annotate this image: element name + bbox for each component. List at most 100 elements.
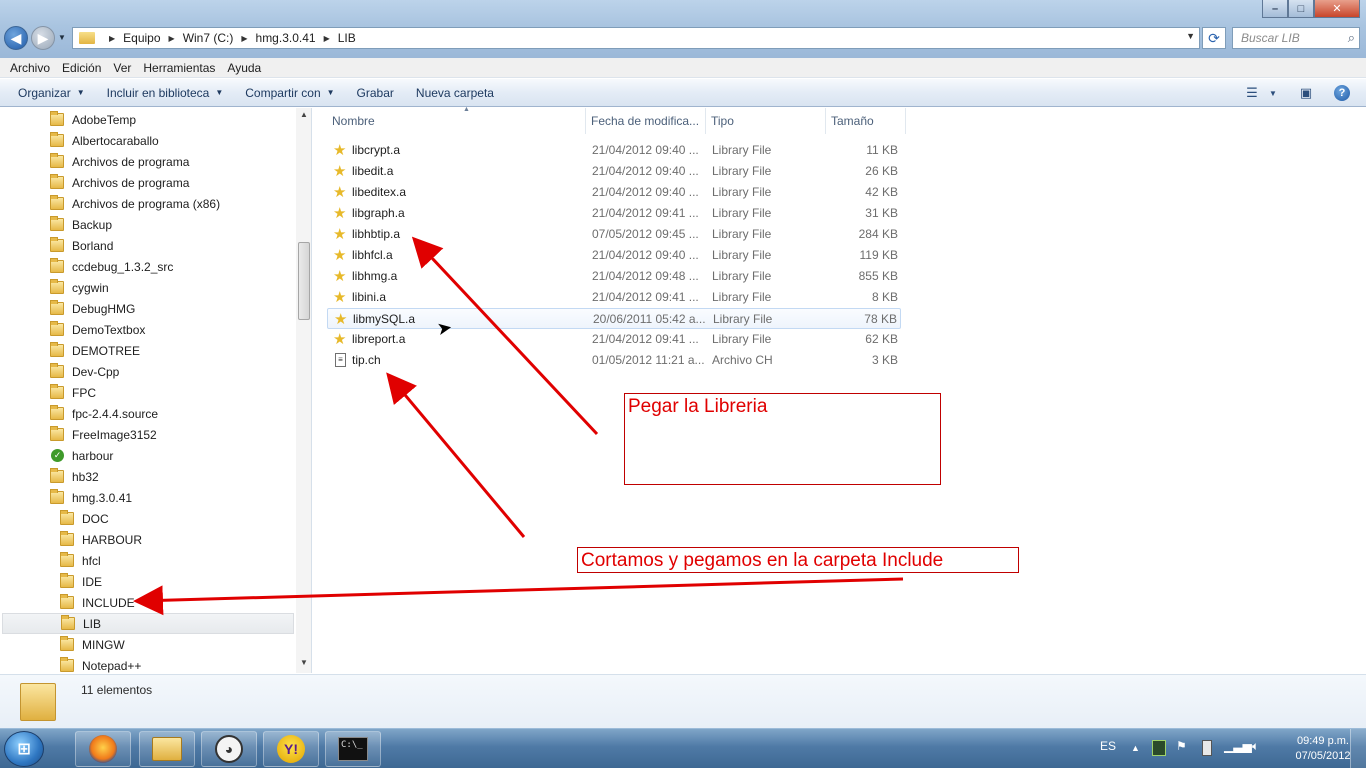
organize-button[interactable]: Organizar ▼ — [12, 86, 91, 100]
tree-item[interactable]: FreeImage3152 — [50, 424, 280, 445]
file-row[interactable]: ★ libhmg.a 21/04/2012 09:48 ... Library Fil… — [327, 266, 901, 287]
tree-item[interactable]: cygwin — [50, 277, 280, 298]
new-folder-button[interactable]: Nueva carpeta — [410, 86, 500, 100]
show-hidden-icons-icon[interactable]: ▲ — [1131, 743, 1140, 753]
folder-icon — [50, 321, 64, 336]
tree-item[interactable]: ✓ harbour — [50, 445, 280, 466]
file-row[interactable]: ★ libini.a 21/04/2012 09:41 ... Library Fil… — [327, 287, 901, 308]
tree-item[interactable]: DemoTextbox — [50, 319, 280, 340]
column-header-type[interactable]: Tipo — [706, 108, 826, 134]
recent-pages-dropdown-icon[interactable]: ▼ — [58, 33, 66, 42]
breadcrumb-hmg[interactable]: hmg.3.0.41 — [256, 31, 316, 45]
tree-item[interactable]: Archivos de programa (x86) — [50, 193, 280, 214]
forward-arrow-icon[interactable]: ▶ — [31, 26, 55, 50]
view-options-icon[interactable]: ☰ — [1242, 83, 1262, 103]
tree-item[interactable]: hb32 — [50, 466, 280, 487]
language-indicator[interactable]: ES — [1100, 739, 1116, 753]
tree-item[interactable]: DebugHMG — [50, 298, 280, 319]
file-row[interactable]: ★ libhbtip.a 07/05/2012 09:45 ... Library F… — [327, 224, 901, 245]
title-bar: ◀ ▶ ▼ ▶ Equipo ▶ Win7 (C:) ▶ hmg.3.0.41 … — [0, 0, 1366, 58]
refresh-icon[interactable]: ⟳ — [1202, 27, 1226, 49]
help-button[interactable]: ? — [1332, 83, 1352, 103]
tree-item[interactable]: hfcl — [60, 550, 280, 571]
nav-scrollbar[interactable]: ▲ ▼ — [296, 108, 311, 673]
column-header-name[interactable]: ▲ Nombre — [327, 106, 586, 134]
folder-icon — [50, 384, 64, 399]
chevron-right-icon[interactable]: ▶ — [241, 34, 247, 43]
battery-icon[interactable] — [1202, 740, 1212, 756]
start-button[interactable]: ⊞ — [4, 731, 44, 767]
tree-item[interactable]: HARBOUR — [60, 529, 280, 550]
close-button[interactable]: ✕ — [1314, 0, 1360, 18]
address-bar[interactable]: ▶ Equipo ▶ Win7 (C:) ▶ hmg.3.0.41 ▶ LIB … — [72, 27, 1200, 49]
scroll-down-icon[interactable]: ▼ — [296, 658, 311, 672]
chevron-right-icon[interactable]: ▶ — [109, 34, 115, 43]
view-dropdown-icon[interactable]: ▼ — [1266, 83, 1280, 103]
tree-item[interactable]: MINGW — [60, 634, 280, 655]
address-dropdown-icon[interactable]: ▼ — [1186, 31, 1195, 41]
breadcrumb-win7[interactable]: Win7 (C:) — [183, 31, 234, 45]
tree-item[interactable]: Backup — [50, 214, 280, 235]
tree-item[interactable]: hmg.3.0.41 — [50, 487, 280, 508]
tree-item[interactable]: FPC — [50, 382, 280, 403]
menu-archivo[interactable]: Archivo — [4, 61, 56, 75]
minimize-button[interactable]: – — [1262, 0, 1288, 18]
tree-item[interactable]: ccdebug_1.3.2_src — [50, 256, 280, 277]
flag-icon[interactable]: ⚑ — [1176, 739, 1187, 753]
scroll-up-icon[interactable]: ▲ — [296, 110, 311, 124]
file-row[interactable]: ★ libmySQL.a 20/06/2011 05:42 a... Library … — [327, 308, 901, 329]
tree-item[interactable]: DOC — [60, 508, 280, 529]
share-button[interactable]: Compartir con ▼ — [239, 86, 340, 100]
include-library-button[interactable]: Incluir en biblioteca ▼ — [101, 86, 230, 100]
tree-item[interactable]: DEMOTREE — [50, 340, 280, 361]
app-tray-icon[interactable] — [1152, 740, 1166, 756]
chevron-right-icon[interactable]: ▶ — [169, 34, 175, 43]
tree-item[interactable]: IDE — [60, 571, 280, 592]
file-row[interactable]: ★ libeditex.a 21/04/2012 09:40 ... Library … — [327, 182, 901, 203]
file-row[interactable]: ★ libcrypt.a 21/04/2012 09:40 ... Library F… — [327, 140, 901, 161]
preview-pane-icon[interactable]: ▣ — [1296, 83, 1316, 103]
maximize-button[interactable]: □ — [1288, 0, 1314, 18]
taskbar-yahoo[interactable]: Y! — [263, 731, 319, 767]
tree-item[interactable]: Notepad++ — [60, 655, 280, 673]
menu-edicion[interactable]: Edición — [56, 61, 107, 75]
taskbar-cmd[interactable]: C:\_ — [325, 731, 381, 767]
taskbar-explorer[interactable] — [139, 731, 195, 767]
menu-ayuda[interactable]: Ayuda — [221, 61, 267, 75]
tree-item[interactable]: AdobeTemp — [50, 109, 280, 130]
taskbar-firefox[interactable] — [75, 731, 131, 767]
column-header-size[interactable]: Tamaño — [826, 108, 906, 134]
tree-item[interactable]: Dev-Cpp — [50, 361, 280, 382]
volume-icon[interactable]: 🔈︎ — [1252, 739, 1259, 754]
file-size: 119 KB — [859, 248, 898, 262]
chevron-right-icon[interactable]: ▶ — [324, 34, 330, 43]
file-row[interactable]: ≡ tip.ch 01/05/2012 11:21 a... Archivo CH 3 … — [327, 350, 901, 371]
back-arrow-icon[interactable]: ◀ — [4, 26, 28, 50]
breadcrumb-equipo[interactable]: Equipo — [123, 31, 160, 45]
menu-ver[interactable]: Ver — [107, 61, 137, 75]
file-row[interactable]: ★ libedit.a 21/04/2012 09:40 ... Library Fi… — [327, 161, 901, 182]
column-header-date[interactable]: Fecha de modifica... — [586, 108, 706, 134]
tree-item[interactable]: Albertocaraballo — [50, 130, 280, 151]
search-icon[interactable]: ⌕ — [1348, 30, 1355, 46]
search-input[interactable]: Buscar LIB ⌕ — [1232, 27, 1360, 49]
tree-item[interactable]: INCLUDE — [60, 592, 280, 613]
file-row[interactable]: ★ libgraph.a 21/04/2012 09:41 ... Library F… — [327, 203, 901, 224]
tree-item[interactable]: Archivos de programa — [50, 172, 280, 193]
breadcrumb-lib[interactable]: LIB — [338, 31, 356, 45]
menu-herramientas[interactable]: Herramientas — [137, 61, 221, 75]
tree-item[interactable]: fpc-2.4.4.source — [50, 403, 280, 424]
burn-button[interactable]: Grabar — [351, 86, 400, 100]
annotation-cut-paste-include: Cortamos y pegamos en la carpeta Include — [577, 547, 1019, 573]
tree-item[interactable]: LIB — [2, 613, 294, 634]
file-row[interactable]: ★ libhfcl.a 21/04/2012 09:40 ... Library Fi… — [327, 245, 901, 266]
tree-item[interactable]: Archivos de programa — [50, 151, 280, 172]
network-icon[interactable]: ▁▃▅ — [1224, 739, 1252, 753]
tree-item[interactable]: Borland — [50, 235, 280, 256]
command-bar: Organizar ▼ Incluir en biblioteca ▼ Compar… — [0, 79, 1366, 107]
file-row[interactable]: ★ libreport.a 21/04/2012 09:41 ... Library … — [327, 329, 901, 350]
file-type: Library File — [712, 206, 772, 220]
taskbar-dog-app[interactable]: ◕ — [201, 731, 257, 767]
show-desktop-button[interactable] — [1350, 729, 1366, 768]
scroll-thumb[interactable] — [298, 242, 310, 320]
